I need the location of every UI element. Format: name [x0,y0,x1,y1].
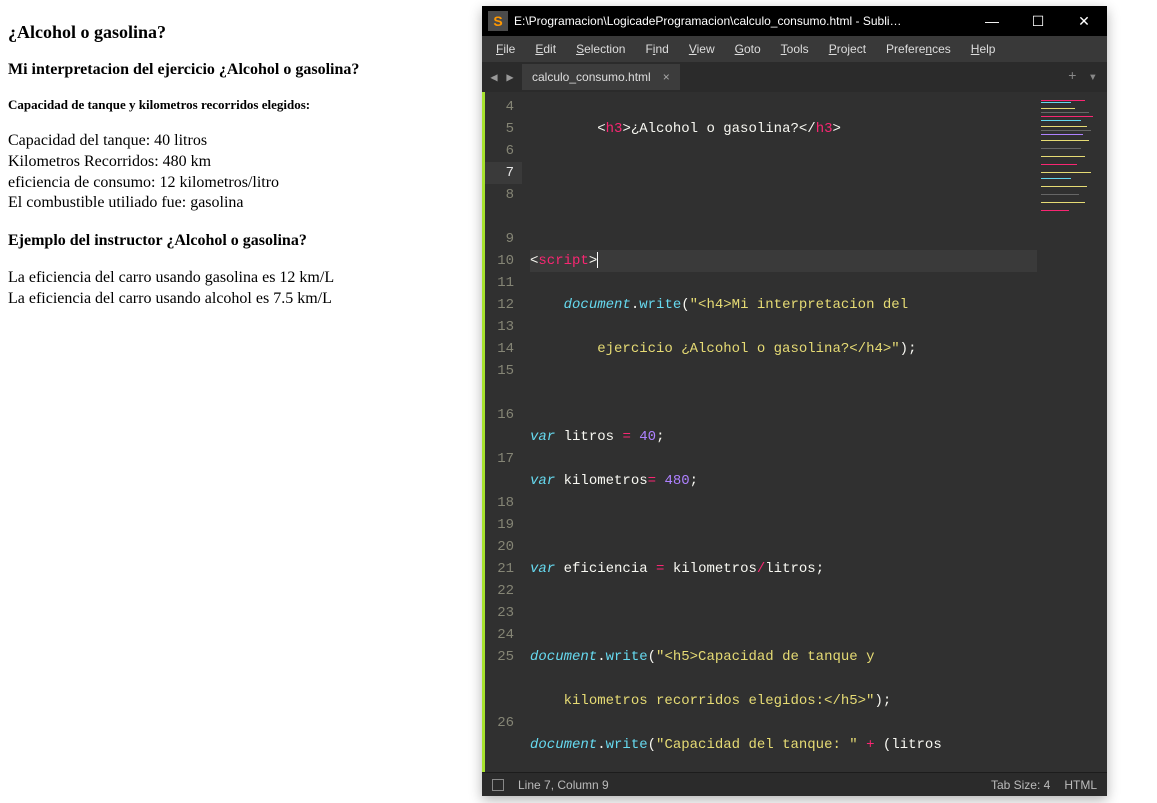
browser-output: ¿Alcohol o gasolina? Mi interpretacion d… [8,8,468,310]
close-button[interactable]: ✕ [1061,6,1107,36]
line-number-gutter[interactable]: 456 78 91011 121314 15 16 17 181920 2122… [482,92,522,772]
code-area[interactable]: <h3>¿Alcohol o gasolina?</h3> <script> d… [522,92,1037,772]
statusbar: Line 7, Column 9 Tab Size: 4 HTML [482,772,1107,796]
page-h4: Mi interpretacion del ejercicio ¿Alcohol… [8,61,468,79]
menubar: File Edit Selection Find View Goto Tools… [482,36,1107,62]
menu-selection[interactable]: Selection [566,38,635,60]
new-tab-button[interactable]: + [1062,69,1082,85]
tabbar: ◀ ▶ calculo_consumo.html × + ▾ [482,62,1107,92]
tab-label: calculo_consumo.html [532,70,651,84]
app-icon: S [488,11,508,31]
status-tab-size[interactable]: Tab Size: 4 [991,778,1050,792]
menu-edit[interactable]: Edit [525,38,566,60]
editor[interactable]: 456 78 91011 121314 15 16 17 181920 2122… [482,92,1107,772]
output-line: El combustible utiliado fue: gasolina [8,193,468,214]
status-panel-toggle[interactable] [492,779,504,791]
window-title: E:\Programacion\LogicadeProgramacion\cal… [514,14,969,28]
output-line: Capacidad del tanque: 40 litros [8,131,468,152]
menu-goto[interactable]: Goto [725,38,771,60]
code-text: ¿Alcohol o gasolina? [631,121,799,137]
titlebar[interactable]: S E:\Programacion\LogicadeProgramacion\c… [482,6,1107,36]
text-cursor [597,252,598,268]
output-line: Kilometros Recorridos: 480 km [8,152,468,173]
status-syntax[interactable]: HTML [1064,778,1097,792]
menu-view[interactable]: View [679,38,725,60]
nav-back-button[interactable]: ◀ [486,70,502,85]
status-cursor-pos: Line 7, Column 9 [518,778,609,792]
menu-preferences[interactable]: Preferences [876,38,961,60]
menu-help[interactable]: Help [961,38,1006,60]
menu-project[interactable]: Project [819,38,876,60]
nav-forward-button[interactable]: ▶ [502,70,518,85]
minimap[interactable] [1037,92,1107,772]
output-line: La eficiencia del carro usando alcohol e… [8,289,468,310]
menu-file[interactable]: File [486,38,525,60]
page-h4b: Ejemplo del instructor ¿Alcohol o gasoli… [8,232,468,250]
menu-find[interactable]: Find [635,38,678,60]
page-h5: Capacidad de tanque y kilometros recorri… [8,97,468,113]
maximize-button[interactable]: ☐ [1015,6,1061,36]
tab-close-button[interactable]: × [663,70,670,84]
output-line: La eficiencia del carro usando gasolina … [8,268,468,289]
sublime-window: S E:\Programacion\LogicadeProgramacion\c… [482,6,1107,796]
menu-tools[interactable]: Tools [771,38,819,60]
output-line: eficiencia de consumo: 12 kilometros/lit… [8,173,468,194]
tab-active[interactable]: calculo_consumo.html × [522,64,680,90]
page-h3: ¿Alcohol o gasolina? [8,22,468,43]
minimize-button[interactable]: — [969,6,1015,36]
tab-dropdown-button[interactable]: ▾ [1083,69,1103,86]
